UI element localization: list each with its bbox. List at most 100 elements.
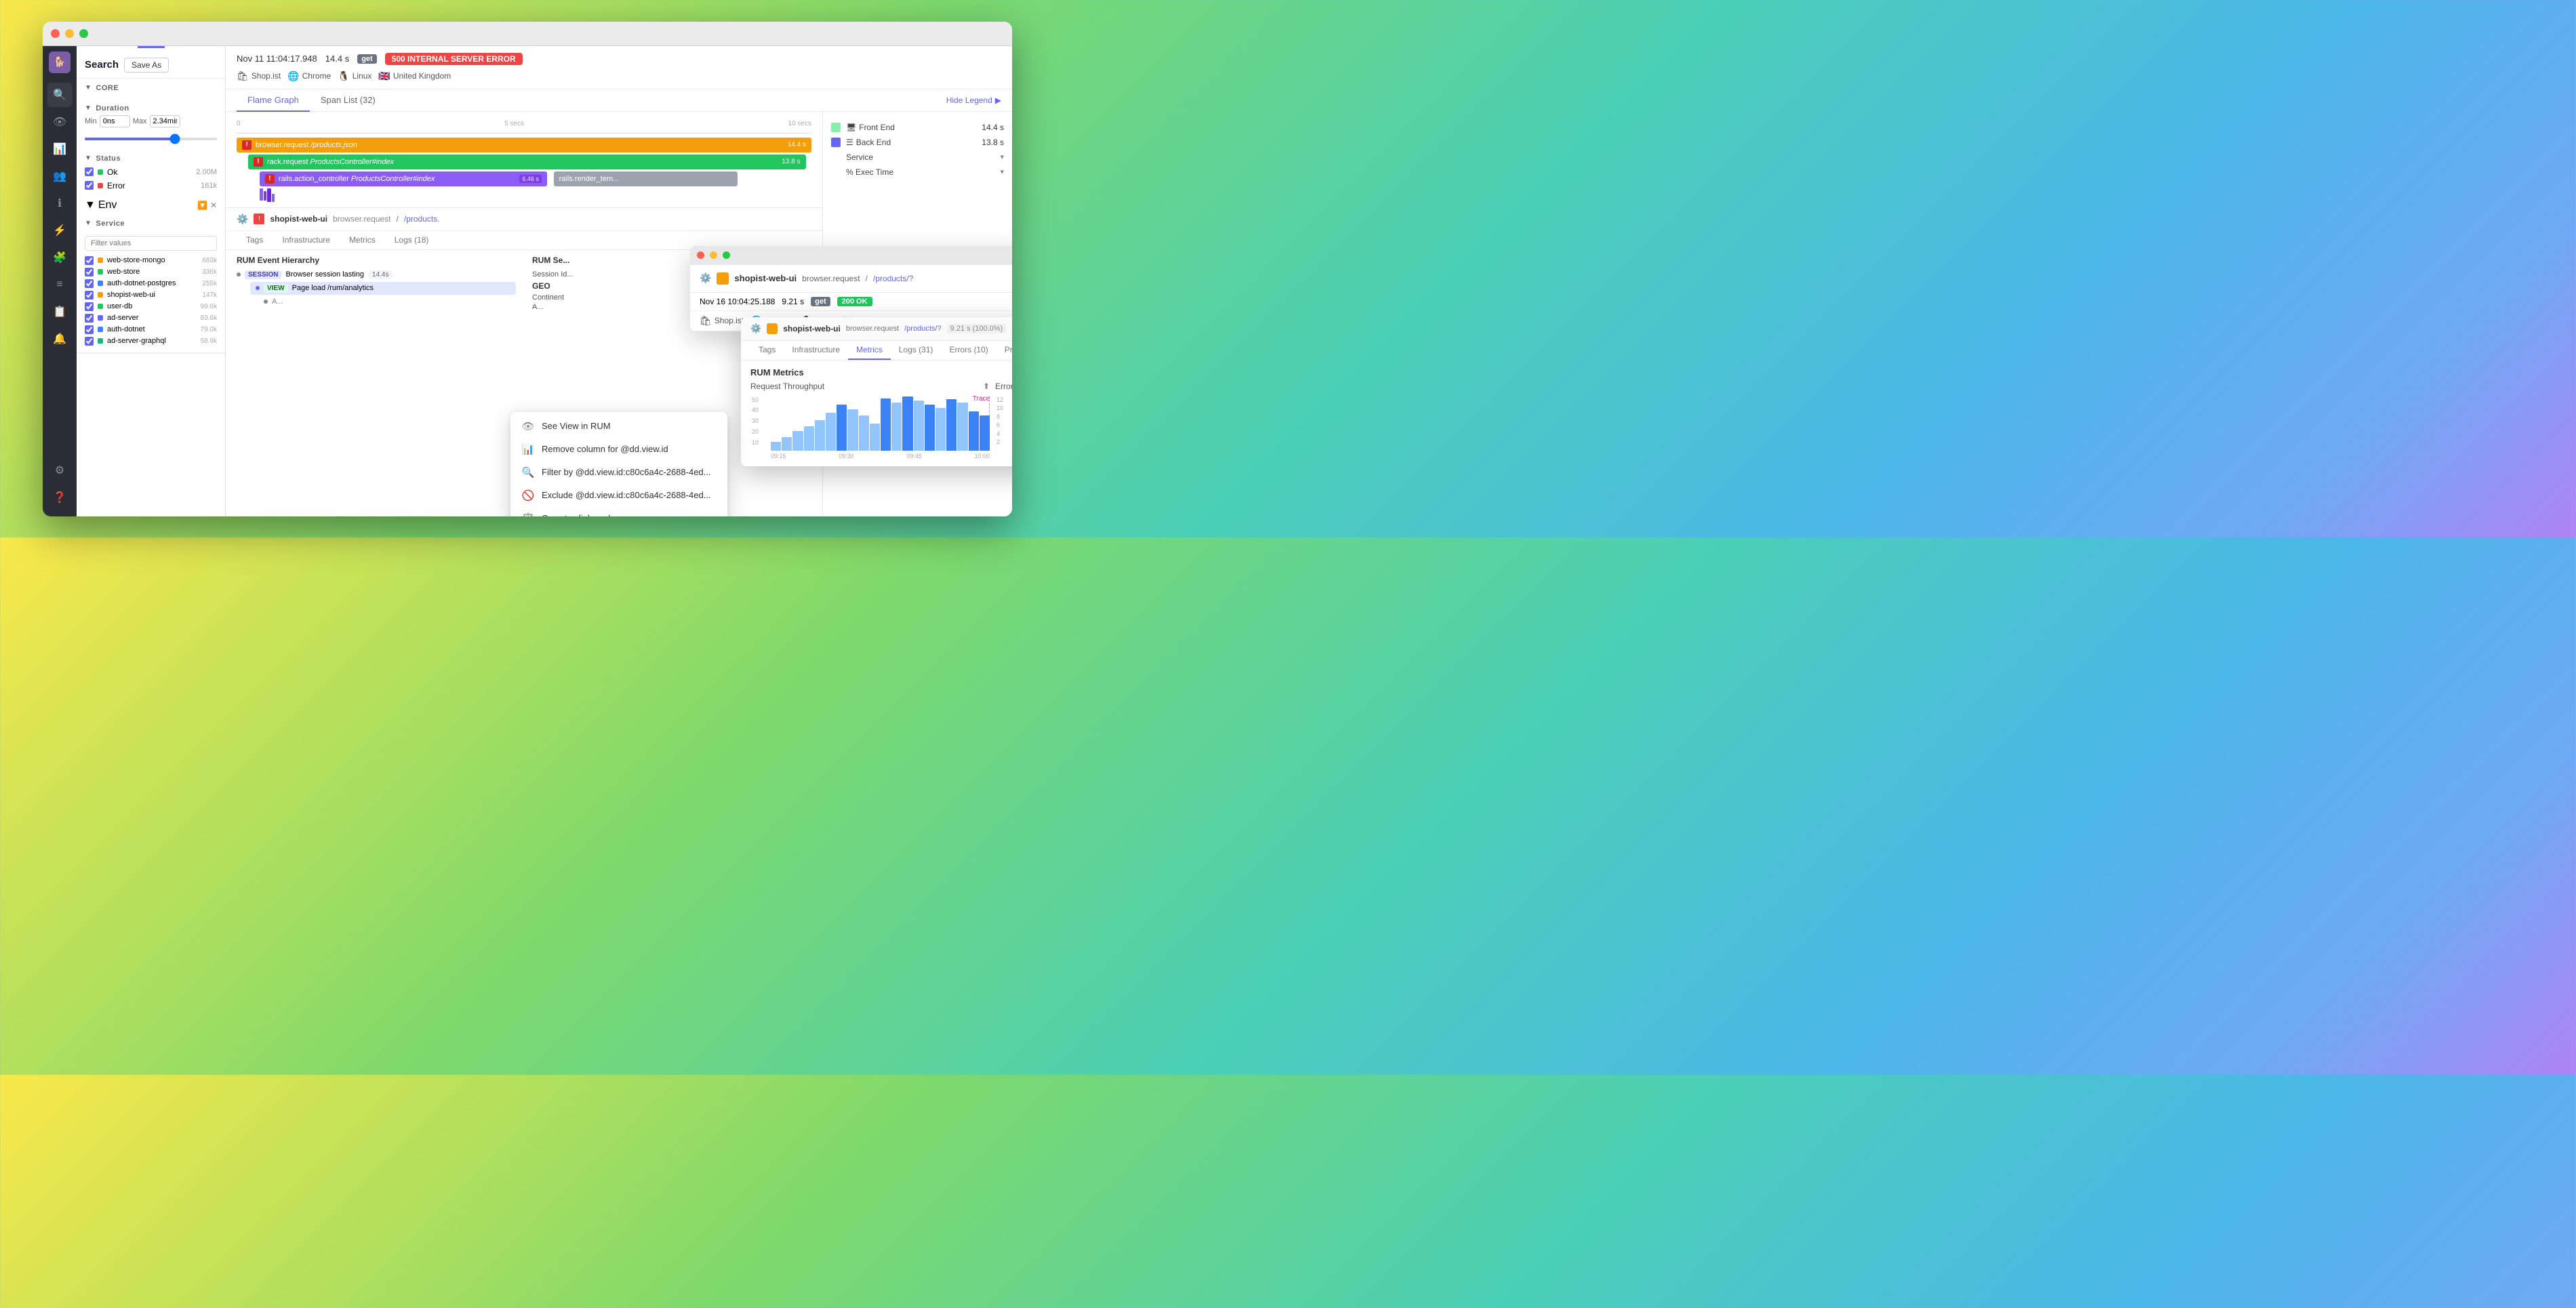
nested-tab-logs[interactable]: Logs (31): [891, 341, 942, 360]
nested-tab-errors[interactable]: Errors (10): [941, 341, 996, 360]
flame-bar-rack-request[interactable]: ! rack.request ProductsController#index …: [248, 155, 806, 169]
sidebar-icon-view[interactable]: 👁: [47, 110, 72, 134]
service-ad-server-graphql: ad-server-graphql 58.9k: [85, 335, 217, 347]
detail-tab-infrastructure[interactable]: Infrastructure: [273, 231, 340, 250]
flame-bar-rails-action[interactable]: ! rails.action_controller ProductsContro…: [260, 171, 547, 186]
service-search-input[interactable]: [85, 236, 217, 251]
request-throughput-chart: Request Throughput ⬆ Trace 50 40 30 20 1…: [750, 382, 995, 466]
tab-flame-graph[interactable]: Flame Graph: [237, 89, 310, 112]
env-clear-icon[interactable]: ✕: [210, 201, 217, 210]
trace-timestamp: Nov 11 11:04:17.948: [237, 54, 317, 64]
rum-metrics-title: RUM Metrics: [741, 361, 1012, 382]
sidebar-icon-settings[interactable]: ⚙: [47, 458, 72, 483]
service-count: 147k: [202, 291, 217, 299]
context-menu-exclude[interactable]: 🚫 Exclude @dd.view.id:c80c6a4c-2688-4ed.…: [510, 484, 727, 507]
service-name-label: shopist-web-ui: [270, 214, 327, 224]
sidebar-icon-chart[interactable]: 📊: [47, 137, 72, 161]
status-error-label: Error: [107, 181, 125, 190]
popup-max-light[interactable]: [723, 251, 730, 259]
sidebar-icon-apm[interactable]: ⚡: [47, 218, 72, 243]
x-label: 09:30: [839, 453, 854, 459]
bar: [771, 442, 781, 451]
sidebar-icon-users[interactable]: 👥: [47, 164, 72, 188]
legend-frontend-label: 🖥 Front End: [846, 123, 895, 132]
errors-by-status-chart: Errors By Status Code ⬆ Trace 12 10 8 6 …: [995, 382, 1012, 466]
close-button[interactable]: [51, 29, 60, 38]
y-label: 10: [752, 439, 759, 446]
legend-service-label: Service: [846, 152, 873, 162]
duration-header[interactable]: ▼ Duration: [85, 102, 217, 115]
duration-slider[interactable]: [85, 138, 217, 140]
bar: [870, 424, 880, 451]
detail-tab-tags[interactable]: Tags: [237, 231, 273, 250]
nested-tab-processes[interactable]: Processes: [997, 341, 1012, 360]
service-web-store-mongo-checkbox[interactable]: [85, 256, 94, 265]
chart-title-2: Errors By Status Code: [995, 382, 1012, 391]
min-input[interactable]: [100, 115, 130, 127]
operation-label: browser.request: [333, 214, 390, 224]
service-auth-dotnet-postgres-checkbox[interactable]: [85, 279, 94, 288]
legend-exec-dropdown[interactable]: ▾: [1000, 167, 1004, 176]
maximize-button[interactable]: [79, 29, 88, 38]
chart-export-icon-1[interactable]: ⬆: [983, 382, 990, 391]
sidebar-icon-help[interactable]: ❓: [47, 485, 72, 510]
sidebar-icon-notebook[interactable]: 📋: [47, 300, 72, 324]
service-auth-dotnet-checkbox[interactable]: [85, 325, 94, 334]
view-badge: VIEW: [264, 284, 288, 293]
status-error-checkbox[interactable]: [85, 181, 94, 190]
service-ad-server-graphql-checkbox[interactable]: [85, 337, 94, 346]
core-section-header[interactable]: ▼ CORE: [77, 79, 225, 98]
sidebar-icon-integrations[interactable]: 🧩: [47, 245, 72, 270]
max-input[interactable]: [150, 115, 180, 127]
rum-view-item[interactable]: VIEW Page load /rum/analytics: [250, 282, 516, 295]
detail-tab-logs[interactable]: Logs (18): [385, 231, 439, 250]
legend-service-dropdown[interactable]: ▾: [1000, 152, 1004, 161]
trace-tags: 🛍 Shop.ist 🌐 Chrome 🐧 Linux 🇬🇧 United Ki…: [237, 70, 1001, 82]
context-menu-copy[interactable]: 📋 Copy to clipboard: [510, 507, 727, 516]
popup-close-light[interactable]: [697, 251, 704, 259]
duration-chevron-icon: ▼: [85, 104, 92, 112]
minimize-button[interactable]: [65, 29, 74, 38]
search-label: Search: [85, 59, 119, 70]
context-menu-see-rum[interactable]: 👁 See View in RUM: [510, 415, 727, 438]
legend-service: Service ▾: [831, 150, 1004, 165]
service-header[interactable]: ▼ Service: [77, 214, 225, 233]
env-filter-icon[interactable]: 🔽: [197, 201, 207, 210]
save-as-button[interactable]: Save As: [124, 58, 169, 73]
core-chevron-icon: ▼: [85, 84, 92, 91]
status-header[interactable]: ▼ Status: [85, 152, 217, 165]
bar-highlight: [980, 415, 990, 451]
flame-bar-browser-request[interactable]: ! browser.request /products.json 14.4 s: [237, 138, 811, 152]
bar: [891, 403, 902, 450]
service-user-db-checkbox[interactable]: [85, 302, 94, 311]
nested-tab-metrics[interactable]: Metrics: [848, 341, 891, 360]
rum-icon: 👁: [521, 420, 535, 432]
context-remove-col-label: Remove column for @dd.view.id: [542, 444, 668, 454]
detail-tab-metrics[interactable]: Metrics: [340, 231, 385, 250]
bar: [815, 420, 825, 451]
tag-linux: 🐧 Linux: [338, 70, 371, 82]
nested-tab-infrastructure[interactable]: Infrastructure: [784, 341, 848, 360]
service-error-icon: !: [254, 213, 264, 224]
nested-tab-tags[interactable]: Tags: [750, 341, 784, 360]
sidebar-icon-monitor[interactable]: 🔔: [47, 327, 72, 351]
tab-span-list[interactable]: Span List (32): [310, 89, 386, 112]
service-shopist-web-ui: shopist-web-ui 147k: [85, 289, 217, 301]
env-actions: 🔽 ✕: [197, 201, 217, 210]
icon-sidebar: 🐕 🔍 👁 📊 👥 ℹ ⚡ 🧩 ≡ 📋 🔔 ⚙ ❓: [43, 46, 77, 516]
context-menu-remove-col[interactable]: 📊 Remove column for @dd.view.id: [510, 438, 727, 461]
exclaim-icon: !: [254, 157, 263, 167]
context-menu-filter[interactable]: 🔍 Filter by @dd.view.id:c80c6a4c-2688-4e…: [510, 461, 727, 484]
flame-bar-rails-render[interactable]: rails.render_tem...: [554, 171, 738, 186]
hide-legend-button[interactable]: Hide Legend ▶: [946, 96, 1001, 105]
service-web-store-checkbox[interactable]: [85, 268, 94, 277]
service-shopist-web-ui-checkbox[interactable]: [85, 291, 94, 300]
trace-nav: Flame Graph Span List (32) Hide Legend ▶: [226, 89, 1012, 112]
service-ad-server-checkbox[interactable]: [85, 314, 94, 323]
env-header[interactable]: ▼ Env: [85, 199, 117, 211]
sidebar-icon-search[interactable]: 🔍: [47, 83, 72, 107]
status-ok-checkbox[interactable]: [85, 167, 94, 176]
sidebar-icon-menu[interactable]: ≡: [47, 272, 72, 297]
popup-min-light[interactable]: [710, 251, 717, 259]
sidebar-icon-info[interactable]: ℹ: [47, 191, 72, 216]
